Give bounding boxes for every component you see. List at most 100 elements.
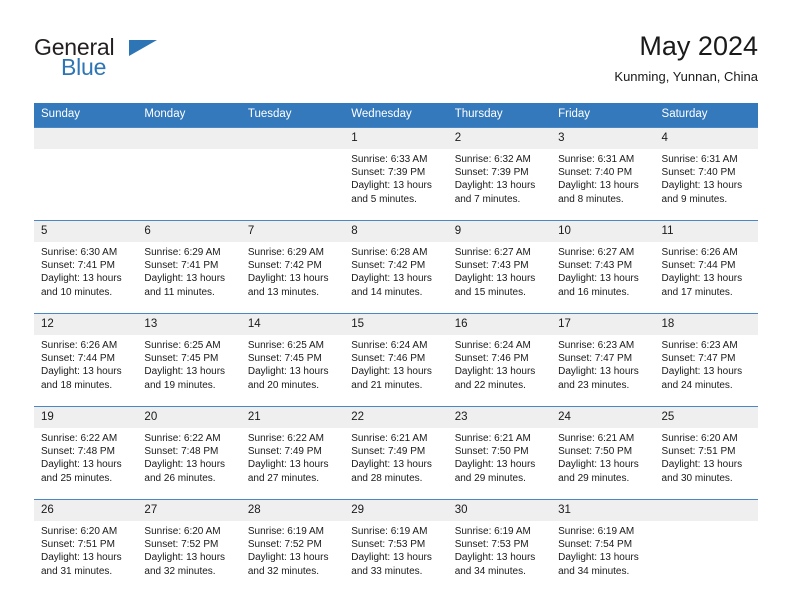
daylight-text-line2: and 22 minutes. — [454, 379, 526, 391]
calendar-table: Sunday Monday Tuesday Wednesday Thursday… — [34, 103, 758, 592]
sunrise-text: Sunrise: 6:29 AM — [144, 247, 221, 258]
weekday-header-monday: Monday — [137, 103, 241, 128]
day-number: 9 — [447, 221, 552, 242]
calendar-day-cell-empty — [654, 499, 758, 592]
daylight-text-line2: and 7 minutes. — [454, 193, 521, 205]
weekday-header-friday: Friday — [551, 103, 655, 128]
calendar-day-cell[interactable]: 2 Sunrise: 6:32 AM Sunset: 7:39 PM Daylight… — [447, 127, 552, 221]
calendar-day-cell[interactable]: 6 Sunrise: 6:29 AM Sunset: 7:41 PM Daylight… — [137, 220, 241, 314]
calendar-day-cell[interactable]: 4 Sunrise: 6:31 AM Sunset: 7:40 PM Daylight… — [654, 127, 758, 221]
day-details: Sunrise: 6:20 AM Sunset: 7:51 PM Daylight:… — [34, 521, 137, 578]
daylight-text-line2: and 23 minutes. — [558, 379, 630, 391]
daylight-text-line2: and 10 minutes. — [41, 286, 113, 298]
daylight-text-line2: and 5 minutes. — [351, 193, 417, 205]
daylight-text-line1: Daylight: 13 hours — [247, 366, 329, 378]
calendar-day-cell[interactable]: 20 Sunrise: 6:22 AM Sunset: 7:48 PM Dayligh… — [137, 406, 241, 500]
daylight-text-line2: and 29 minutes. — [454, 472, 526, 484]
calendar-day-cell[interactable]: 12 Sunrise: 6:26 AM Sunset: 7:44 PM Dayligh… — [34, 313, 138, 407]
day-number: 10 — [551, 221, 655, 242]
day-details: Sunrise: 6:20 AM Sunset: 7:52 PM Daylight:… — [137, 521, 240, 578]
calendar-day-cell[interactable]: 30 Sunrise: 6:19 AM Sunset: 7:53 PM Dayligh… — [447, 499, 552, 592]
sunrise-text: Sunrise: 6:27 AM — [558, 247, 635, 258]
day-number: 1 — [344, 128, 448, 149]
sunrise-text: Sunrise: 6:27 AM — [454, 247, 531, 258]
calendar-week-row: 1 Sunrise: 6:33 AM Sunset: 7:39 PM Daylight… — [34, 127, 758, 221]
calendar-day-cell[interactable]: 14 Sunrise: 6:25 AM Sunset: 7:45 PM Dayligh… — [240, 313, 345, 407]
day-number: 7 — [240, 221, 345, 242]
sunrise-text: Sunrise: 6:20 AM — [41, 526, 118, 537]
sunset-text: Sunset: 7:41 PM — [41, 260, 115, 272]
daylight-text-line2: and 32 minutes. — [144, 565, 216, 577]
calendar-day-cell[interactable]: 3 Sunrise: 6:31 AM Sunset: 7:40 PM Daylight… — [551, 127, 655, 221]
weekday-header-tuesday: Tuesday — [240, 103, 345, 128]
calendar-day-cell[interactable]: 9 Sunrise: 6:27 AM Sunset: 7:43 PM Daylight… — [447, 220, 552, 314]
calendar-day-cell[interactable]: 29 Sunrise: 6:19 AM Sunset: 7:53 PM Dayligh… — [344, 499, 448, 592]
day-number: 12 — [34, 314, 138, 335]
daylight-text-line2: and 17 minutes. — [661, 286, 733, 298]
triangle-icon — [129, 40, 157, 56]
day-details: Sunrise: 6:25 AM Sunset: 7:45 PM Daylight:… — [137, 335, 240, 392]
brand-name-blue: Blue — [61, 54, 107, 80]
calendar-day-cell[interactable]: 1 Sunrise: 6:33 AM Sunset: 7:39 PM Daylight… — [344, 127, 448, 221]
daylight-text-line1: Daylight: 13 hours — [661, 366, 743, 378]
weekday-header-wednesday: Wednesday — [344, 103, 448, 128]
sunrise-text: Sunrise: 6:24 AM — [351, 340, 428, 351]
daylight-text-line1: Daylight: 13 hours — [454, 273, 536, 285]
calendar-day-cell[interactable]: 7 Sunrise: 6:29 AM Sunset: 7:42 PM Daylight… — [240, 220, 345, 314]
day-details: Sunrise: 6:21 AM Sunset: 7:50 PM Daylight:… — [551, 428, 654, 485]
sunrise-text: Sunrise: 6:30 AM — [41, 247, 118, 258]
calendar-day-cell[interactable]: 27 Sunrise: 6:20 AM Sunset: 7:52 PM Dayligh… — [137, 499, 241, 592]
calendar-day-cell[interactable]: 15 Sunrise: 6:24 AM Sunset: 7:46 PM Dayligh… — [344, 313, 448, 407]
sunrise-text: Sunrise: 6:29 AM — [247, 247, 324, 258]
daylight-text-line1: Daylight: 13 hours — [454, 552, 536, 564]
day-details: Sunrise: 6:21 AM Sunset: 7:50 PM Daylight:… — [448, 428, 551, 485]
calendar-day-cell-empty — [240, 127, 345, 221]
calendar-day-cell[interactable]: 22 Sunrise: 6:21 AM Sunset: 7:49 PM Dayligh… — [344, 406, 448, 500]
daylight-text-line2: and 15 minutes. — [454, 286, 526, 298]
calendar-day-cell[interactable]: 11 Sunrise: 6:26 AM Sunset: 7:44 PM Dayligh… — [654, 220, 758, 314]
sunset-text: Sunset: 7:42 PM — [247, 260, 322, 272]
calendar-day-cell[interactable]: 19 Sunrise: 6:22 AM Sunset: 7:48 PM Dayligh… — [34, 406, 138, 500]
day-number: 19 — [34, 407, 138, 428]
daylight-text-line2: and 32 minutes. — [247, 565, 320, 577]
sunrise-text: Sunrise: 6:22 AM — [144, 433, 221, 444]
daylight-text-line2: and 21 minutes. — [351, 379, 423, 391]
daylight-text-line2: and 30 minutes. — [661, 472, 733, 484]
calendar-day-cell[interactable]: 26 Sunrise: 6:20 AM Sunset: 7:51 PM Dayligh… — [34, 499, 138, 592]
calendar-day-cell[interactable]: 5 Sunrise: 6:30 AM Sunset: 7:41 PM Daylight… — [34, 220, 138, 314]
day-details: Sunrise: 6:22 AM Sunset: 7:48 PM Daylight:… — [137, 428, 240, 485]
calendar-day-cell[interactable]: 28 Sunrise: 6:19 AM Sunset: 7:52 PM Dayligh… — [240, 499, 345, 592]
calendar-day-cell[interactable]: 17 Sunrise: 6:23 AM Sunset: 7:47 PM Dayligh… — [551, 313, 655, 407]
sunset-text: Sunset: 7:46 PM — [454, 353, 529, 365]
sunset-text: Sunset: 7:46 PM — [351, 353, 426, 365]
daylight-text-line1: Daylight: 13 hours — [351, 366, 432, 378]
calendar-day-cell[interactable]: 10 Sunrise: 6:27 AM Sunset: 7:43 PM Dayligh… — [551, 220, 655, 314]
sunset-text: Sunset: 7:45 PM — [247, 353, 322, 365]
calendar-day-cell[interactable]: 23 Sunrise: 6:21 AM Sunset: 7:50 PM Dayligh… — [447, 406, 552, 500]
daylight-text-line2: and 13 minutes. — [247, 286, 320, 298]
sunrise-text: Sunrise: 6:21 AM — [558, 433, 635, 444]
brand-logo[interactable]: General Blue — [34, 34, 214, 86]
sunrise-text: Sunrise: 6:32 AM — [454, 154, 531, 165]
calendar-day-cell[interactable]: 21 Sunrise: 6:22 AM Sunset: 7:49 PM Dayligh… — [240, 406, 345, 500]
daylight-text-line1: Daylight: 13 hours — [247, 273, 329, 285]
calendar-day-cell[interactable]: 18 Sunrise: 6:23 AM Sunset: 7:47 PM Dayligh… — [654, 313, 758, 407]
daylight-text-line1: Daylight: 13 hours — [454, 180, 536, 192]
day-details: Sunrise: 6:32 AM Sunset: 7:39 PM Daylight:… — [448, 149, 551, 206]
calendar-day-cell[interactable]: 13 Sunrise: 6:25 AM Sunset: 7:45 PM Dayligh… — [137, 313, 241, 407]
calendar-day-cell[interactable]: 25 Sunrise: 6:20 AM Sunset: 7:51 PM Dayligh… — [654, 406, 758, 500]
sunrise-text: Sunrise: 6:25 AM — [247, 340, 324, 351]
calendar-day-cell-empty — [34, 127, 138, 221]
day-number: 14 — [240, 314, 345, 335]
day-details: Sunrise: 6:27 AM Sunset: 7:43 PM Daylight:… — [448, 242, 551, 299]
day-number: 30 — [447, 500, 552, 521]
sunset-text: Sunset: 7:50 PM — [454, 446, 529, 458]
calendar-day-cell[interactable]: 24 Sunrise: 6:21 AM Sunset: 7:50 PM Dayligh… — [551, 406, 655, 500]
calendar-day-cell[interactable]: 31 Sunrise: 6:19 AM Sunset: 7:54 PM Dayligh… — [551, 499, 655, 592]
daylight-text-line2: and 34 minutes. — [558, 565, 630, 577]
daylight-text-line1: Daylight: 13 hours — [41, 552, 122, 564]
calendar-day-cell[interactable]: 16 Sunrise: 6:24 AM Sunset: 7:46 PM Dayligh… — [447, 313, 552, 407]
calendar-day-cell[interactable]: 8 Sunrise: 6:28 AM Sunset: 7:42 PM Daylight… — [344, 220, 448, 314]
sunset-text: Sunset: 7:40 PM — [558, 167, 633, 179]
day-details: Sunrise: 6:20 AM Sunset: 7:51 PM Daylight:… — [655, 428, 758, 485]
